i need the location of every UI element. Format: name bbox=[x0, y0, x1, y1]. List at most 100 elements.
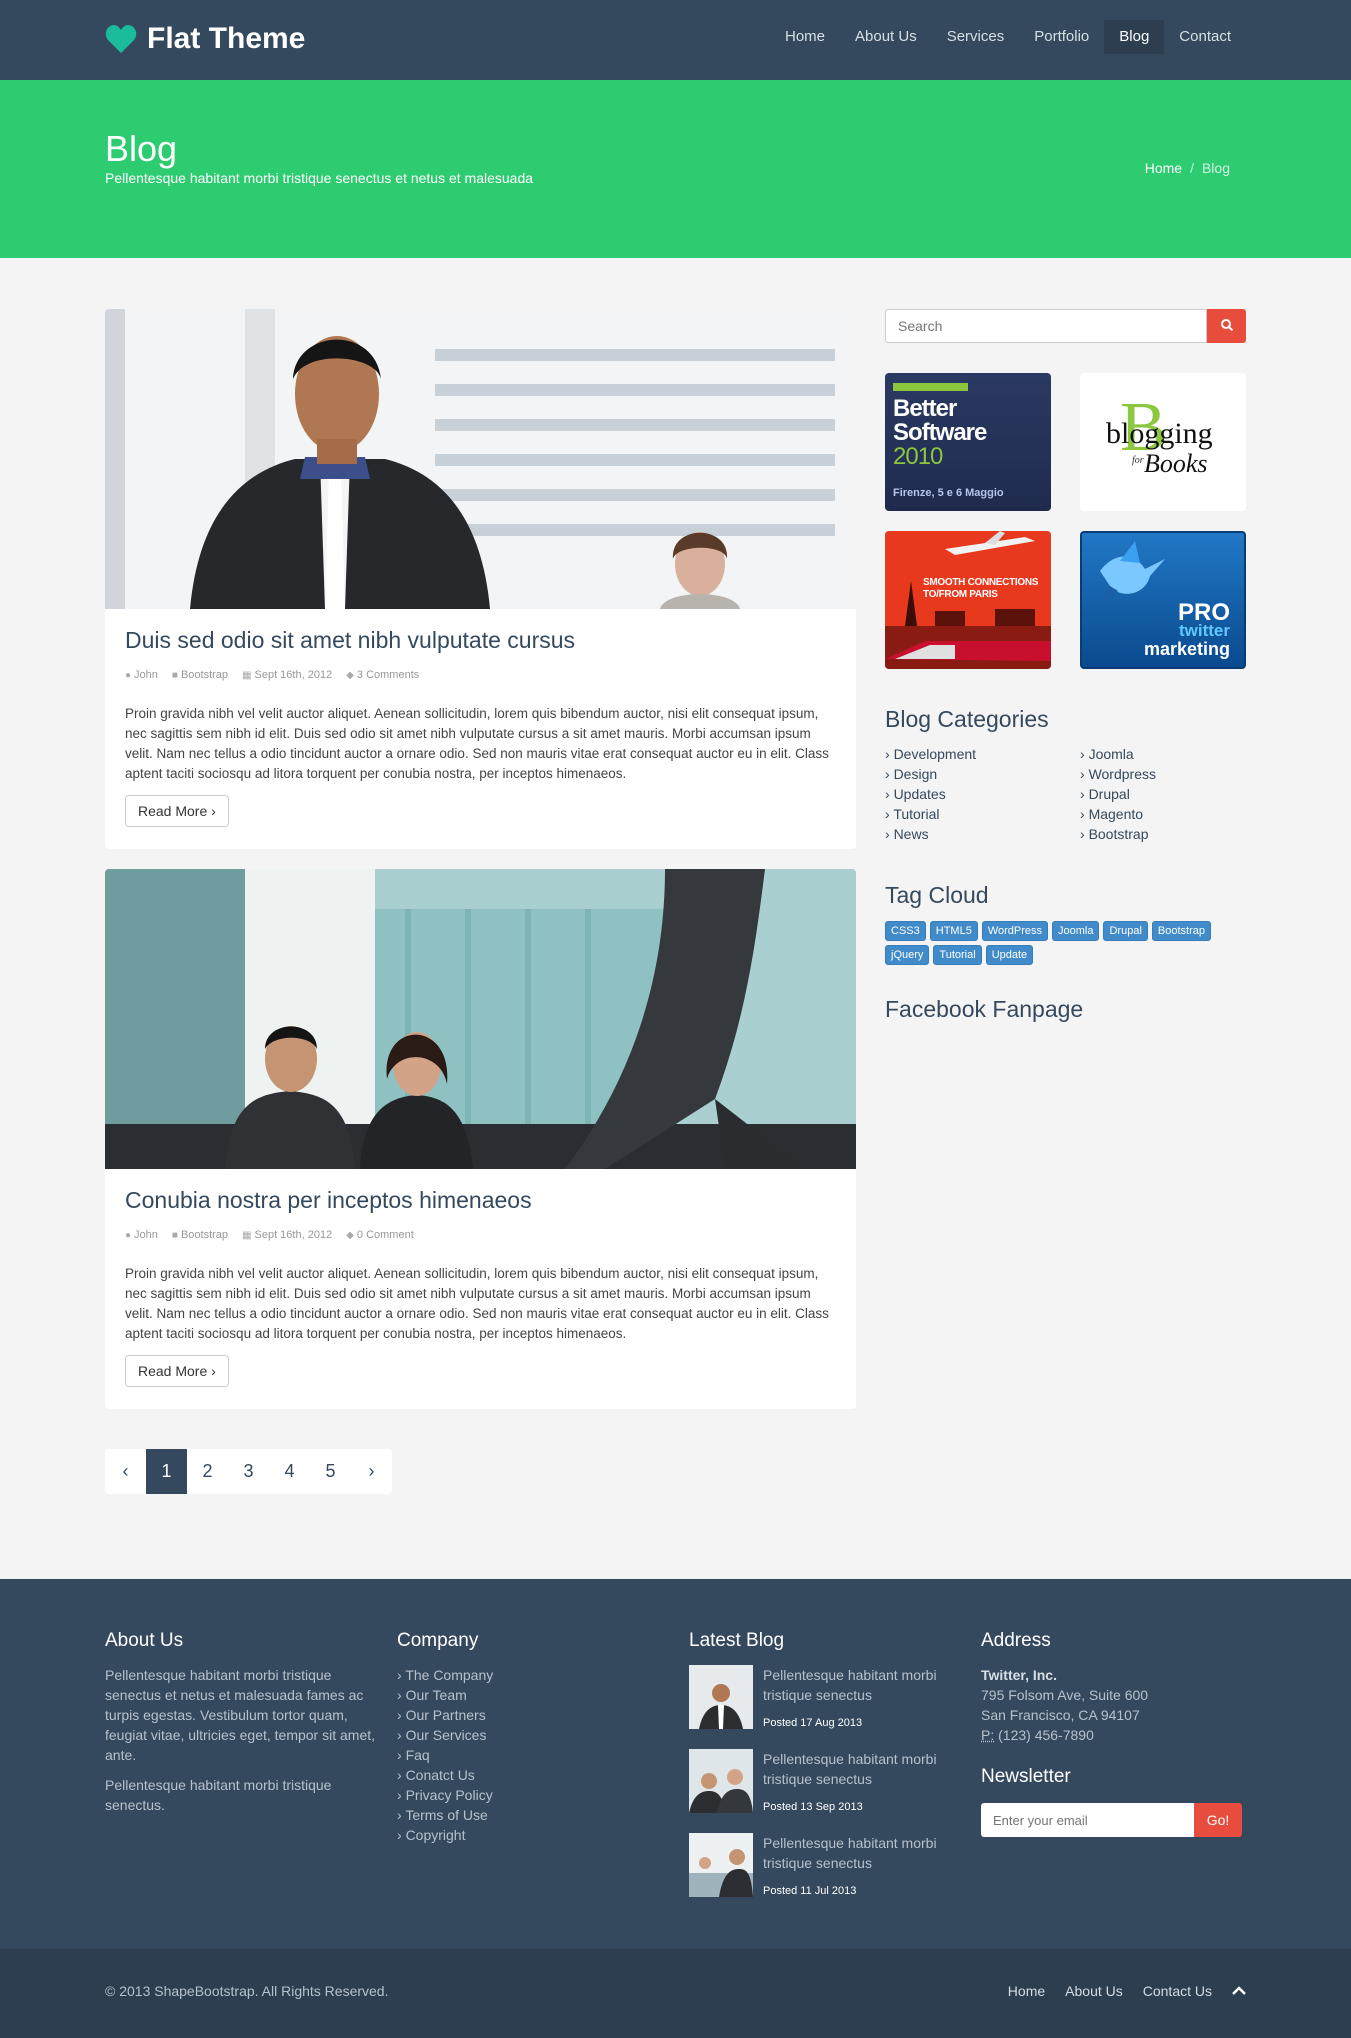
latest-blog-item[interactable]: Pellentesque habitant morbi tristique se… bbox=[689, 1665, 949, 1733]
blog-post: Conubia nostra per inceptos himenaeos ● J… bbox=[105, 869, 856, 1409]
address-street: 795 Folsom Ave, Suite 600 bbox=[981, 1687, 1149, 1703]
footer-about-title: About Us bbox=[105, 1630, 184, 1651]
tag-link[interactable]: Update bbox=[985, 945, 1034, 965]
latest-blog-thumb bbox=[689, 1833, 753, 1897]
footer-address: Address Twitter, Inc. 795 Folsom Ave, Su… bbox=[981, 1629, 1246, 1837]
footer-link[interactable]: Our Services bbox=[397, 1725, 667, 1745]
facebook-fanpage-title: Facebook Fanpage bbox=[885, 996, 1084, 1022]
footer-about: About Us Pellentesque habitant morbi tri… bbox=[105, 1629, 375, 1825]
footer-link[interactable]: Privacy Policy bbox=[397, 1785, 667, 1805]
calendar-icon: ▦ bbox=[242, 669, 252, 681]
post-title[interactable]: Conubia nostra per inceptos himenaeos bbox=[125, 1187, 532, 1214]
pagination-page-4[interactable]: 4 bbox=[269, 1449, 310, 1494]
post-image bbox=[105, 309, 856, 609]
pagination-page-2[interactable]: 2 bbox=[187, 1449, 228, 1494]
ad-better-software[interactable]: Better Software 2010 Firenze, 5 e 6 Maggi… bbox=[885, 373, 1051, 511]
footer-nav-contact[interactable]: Contact Us bbox=[1143, 1983, 1212, 1999]
footer-about-text: Pellentesque habitant morbi tristique se… bbox=[105, 1667, 376, 1763]
search-input[interactable] bbox=[885, 309, 1207, 343]
category-link[interactable]: Development bbox=[885, 744, 977, 764]
sidebar-search bbox=[885, 309, 1246, 343]
latest-blog-title: Pellentesque habitant morbi tristique se… bbox=[763, 1667, 937, 1703]
footer-link[interactable]: Our Partners bbox=[397, 1705, 667, 1725]
nav-home[interactable]: Home bbox=[770, 20, 840, 54]
address-phone: P: (123) 456-7890 bbox=[981, 1727, 1094, 1743]
nav-portfolio[interactable]: Portfolio bbox=[1019, 20, 1104, 54]
latest-blog-item[interactable]: Pellentesque habitant morbi tristique se… bbox=[689, 1833, 949, 1901]
folder-icon: ■ bbox=[171, 1229, 178, 1241]
breadcrumb-home[interactable]: Home bbox=[1145, 160, 1182, 176]
nav-blog[interactable]: Blog bbox=[1104, 20, 1165, 54]
post-author[interactable]: ● John bbox=[125, 1229, 158, 1241]
footer-link[interactable]: Terms of Use bbox=[397, 1805, 667, 1825]
nav-about[interactable]: About Us bbox=[840, 20, 932, 54]
footer-widgets: About Us Pellentesque habitant morbi tri… bbox=[0, 1579, 1351, 1949]
categories-title: Blog Categories bbox=[885, 706, 1049, 732]
footer-link[interactable]: The Company bbox=[397, 1665, 667, 1685]
category-link[interactable]: Design bbox=[885, 764, 976, 784]
footer-link[interactable]: Conatct Us bbox=[397, 1765, 667, 1785]
address-company: Twitter, Inc. bbox=[981, 1667, 1057, 1683]
tag-link[interactable]: Bootstrap bbox=[1151, 921, 1211, 941]
footer-company: Company The Company Our Team Our Partner… bbox=[397, 1629, 667, 1845]
post-comments[interactable]: ◆ 0 Comment bbox=[346, 1229, 414, 1241]
search-button[interactable] bbox=[1207, 309, 1246, 343]
post-comments[interactable]: ◆ 3 Comments bbox=[346, 669, 419, 681]
footer-link[interactable]: Faq bbox=[397, 1745, 667, 1765]
footer-nav-home[interactable]: Home bbox=[1008, 1983, 1045, 1999]
post-excerpt: Proin gravida nibh vel velit auctor aliq… bbox=[125, 706, 829, 781]
ad-blogging-for-books[interactable]: B blogging for Books bbox=[1080, 373, 1246, 511]
comment-icon: ◆ bbox=[346, 1229, 354, 1241]
tag-link[interactable]: CSS3 bbox=[885, 921, 926, 941]
pagination-page-5[interactable]: 5 bbox=[310, 1449, 351, 1494]
calendar-icon: ▦ bbox=[242, 1229, 252, 1241]
ad-paris-connections[interactable]: SMOOTH CONNECTIONS TO/FROM PARIS bbox=[885, 531, 1051, 669]
pagination-page-1[interactable]: 1 bbox=[146, 1449, 187, 1494]
ad-pro-twitter-marketing[interactable]: PRO twitter marketing bbox=[1080, 531, 1246, 669]
ad-text: SMOOTH CONNECTIONS TO/FROM PARIS bbox=[923, 577, 1039, 600]
category-link[interactable]: Tutorial bbox=[885, 804, 976, 824]
user-icon: ● bbox=[125, 669, 132, 681]
tag-link[interactable]: HTML5 bbox=[929, 921, 978, 941]
pagination-prev[interactable]: ‹ bbox=[105, 1449, 146, 1494]
post-category[interactable]: ■ Bootstrap bbox=[172, 669, 228, 681]
breadcrumb-separator: / bbox=[1190, 160, 1194, 176]
tag-link[interactable]: WordPress bbox=[981, 921, 1049, 941]
post-title[interactable]: Duis sed odio sit amet nibh vulputate cu… bbox=[125, 627, 575, 654]
footer-link[interactable]: Copyright bbox=[397, 1825, 667, 1845]
footer-link[interactable]: Our Team bbox=[397, 1685, 667, 1705]
newsletter-email-input[interactable] bbox=[981, 1803, 1194, 1837]
category-link[interactable]: Wordpress bbox=[1080, 764, 1156, 784]
folder-icon: ■ bbox=[171, 669, 178, 681]
page-title: Blog bbox=[105, 128, 178, 169]
tag-link[interactable]: Joomla bbox=[1052, 921, 1100, 941]
newsletter-submit-button[interactable]: Go! bbox=[1194, 1803, 1242, 1837]
latest-blog-item[interactable]: Pellentesque habitant morbi tristique se… bbox=[689, 1749, 949, 1817]
footer-latest-blog: Latest Blog Pellentesque habitant morbi … bbox=[689, 1629, 949, 1917]
nav-contact[interactable]: Contact bbox=[1164, 20, 1246, 54]
pagination-page-3[interactable]: 3 bbox=[228, 1449, 269, 1494]
category-link[interactable]: Bootstrap bbox=[1080, 824, 1156, 844]
brand-logo[interactable]: Flat Theme bbox=[105, 22, 305, 56]
category-link[interactable]: Updates bbox=[885, 784, 976, 804]
tag-cloud-title: Tag Cloud bbox=[885, 882, 989, 908]
post-image bbox=[105, 869, 856, 1169]
category-link[interactable]: Joomla bbox=[1080, 744, 1156, 764]
footer-about-text: Pellentesque habitant morbi tristique se… bbox=[105, 1777, 332, 1813]
read-more-button[interactable]: Read More › bbox=[125, 795, 229, 827]
tag-link[interactable]: Tutorial bbox=[933, 945, 982, 965]
tag-link[interactable]: jQuery bbox=[885, 945, 930, 965]
read-more-button[interactable]: Read More › bbox=[125, 1355, 229, 1387]
pagination: ‹ 1 2 3 4 5 › bbox=[105, 1449, 392, 1494]
footer-latest-title: Latest Blog bbox=[689, 1630, 785, 1651]
pagination-next[interactable]: › bbox=[351, 1449, 392, 1494]
post-author[interactable]: ● John bbox=[125, 669, 158, 681]
tag-link[interactable]: Drupal bbox=[1103, 921, 1148, 941]
footer-nav-about[interactable]: About Us bbox=[1065, 1983, 1123, 1999]
back-to-top-button[interactable] bbox=[1232, 1983, 1246, 1999]
category-link[interactable]: Drupal bbox=[1080, 784, 1156, 804]
category-link[interactable]: Magento bbox=[1080, 804, 1156, 824]
nav-services[interactable]: Services bbox=[932, 20, 1020, 54]
category-link[interactable]: News bbox=[885, 824, 976, 844]
post-category[interactable]: ■ Bootstrap bbox=[172, 1229, 228, 1241]
